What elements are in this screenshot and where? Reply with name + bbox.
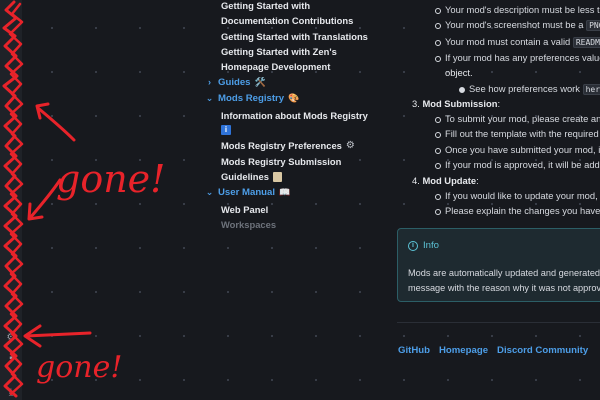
requirement-preferences-object: object. [445, 67, 473, 78]
step-title: Mod Submission [422, 98, 498, 109]
info-callout-body: Mods are automatically updated and gener… [408, 266, 600, 296]
nav-link-getting-started-docs-1[interactable]: Getting Started with [221, 0, 381, 13]
nav-link-getting-started-homepage-1[interactable]: Getting Started with Zen's [221, 44, 381, 59]
preferences-here-link[interactable]: here. [582, 84, 600, 95]
footer-link-homepage[interactable]: Homepage [439, 345, 488, 356]
info-callout-line: Mods are automatically updated and gener… [408, 268, 600, 278]
nav-section-guides[interactable]: › Guides 🛠️ [205, 75, 385, 90]
requirement-screenshot: Your mod's screenshot must be a PNG [435, 18, 600, 33]
nav-link-web-panel[interactable]: Web Panel [221, 202, 381, 217]
book-emoji-icon: 📖 [279, 187, 291, 197]
chevron-right-icon: › [208, 77, 211, 87]
nav-link-mods-guidelines[interactable]: Guidelines [221, 169, 381, 184]
chevron-down-icon: ⌄ [205, 187, 214, 197]
requirement-screenshot-text: Your mod's screenshot must be a [445, 19, 584, 30]
chevron-down-icon: ⌄ [205, 93, 214, 103]
browser-sidebar-strip: ⚙ ▪ ⤓ [0, 0, 22, 400]
gear-emoji-icon: ⚙ [345, 140, 355, 151]
step-number: 3. [412, 98, 420, 109]
step-mod-submission: 3. Mod Submission: [412, 98, 501, 109]
notepad-emoji-icon [272, 171, 282, 182]
nav-section-user-manual-label: User Manual [218, 187, 276, 198]
info-callout-line: message with the reason why it was not a… [408, 283, 600, 293]
update-bullet: If you would like to update your mod, p [435, 189, 600, 203]
step-mod-update: 4. Mod Update: [412, 175, 479, 186]
step-title: Mod Update [422, 175, 477, 186]
info-callout-header: i Info [408, 240, 439, 251]
nav-link-mods-preferences[interactable]: Mods Registry Preferences ⚙ [221, 138, 381, 153]
footer-divider [397, 322, 600, 323]
nav-link-mods-preferences-label: Mods Registry Preferences [221, 140, 342, 151]
submission-bullet: To submit your mod, please create an is [435, 112, 600, 126]
settings-icon[interactable]: ⚙ [6, 333, 16, 343]
requirement-preferences: If your mod has any preferences values [434, 51, 600, 65]
nav-link-getting-started-docs-2[interactable]: Documentation Contributions [221, 13, 381, 28]
nav-link-getting-started-homepage-2[interactable]: Homepage Development [221, 59, 381, 74]
nav-section-mods-registry-label: Mods Registry [218, 93, 285, 104]
submission-bullet: Once you have submitted your mod, it w [434, 143, 600, 157]
info-icon: i [408, 240, 418, 251]
footer-link-discord[interactable]: Discord Community [497, 345, 588, 356]
see-preferences-item: See how preferences work here. [459, 82, 600, 97]
nav-link-mods-guidelines-label: Guidelines [221, 171, 269, 182]
requirement-description: Your mod's description must be less tha [434, 3, 600, 17]
update-bullet: Please explain the changes you have m [435, 204, 600, 218]
see-preferences-text: See how preferences work [469, 83, 580, 94]
submission-bullet: If your mod is approved, it will be adde [435, 158, 600, 172]
step-number: 4. [412, 175, 420, 186]
palette-emoji-icon: 🎨 [288, 93, 300, 103]
nav-section-guides-label: Guides [218, 77, 251, 88]
info-emoji-icon: i [221, 125, 231, 135]
download-icon[interactable]: ⤓ [6, 388, 16, 398]
docs-footer: GitHub Homepage Discord Community [398, 345, 588, 356]
folder-icon[interactable]: ▪ [6, 354, 16, 364]
readme-code: README [572, 37, 600, 48]
submission-bullet: Fill out the template with the required … [434, 127, 600, 141]
info-callout: i Info Mods are automatically updated an… [397, 228, 600, 302]
nav-section-user-manual[interactable]: ⌄ User Manual 📖 [205, 185, 385, 200]
requirement-readme-text: Your mod must contain a valid [445, 36, 571, 47]
info-callout-title: Info [423, 240, 440, 251]
nav-link-workspaces[interactable]: Workspaces [221, 217, 381, 232]
nav-link-mods-info[interactable]: Information about Mods Registry [221, 108, 381, 123]
nav-link-getting-started-translations[interactable]: Getting Started with Translations [221, 29, 381, 44]
nav-section-mods-registry[interactable]: ⌄ Mods Registry 🎨 [205, 91, 385, 106]
requirement-readme: Your mod must contain a valid README [435, 35, 600, 50]
nav-link-mods-submission[interactable]: Mods Registry Submission [221, 154, 381, 169]
tools-emoji-icon: 🛠️ [254, 77, 266, 87]
png-code: PNG [586, 20, 600, 31]
footer-link-github[interactable]: GitHub [398, 345, 430, 356]
